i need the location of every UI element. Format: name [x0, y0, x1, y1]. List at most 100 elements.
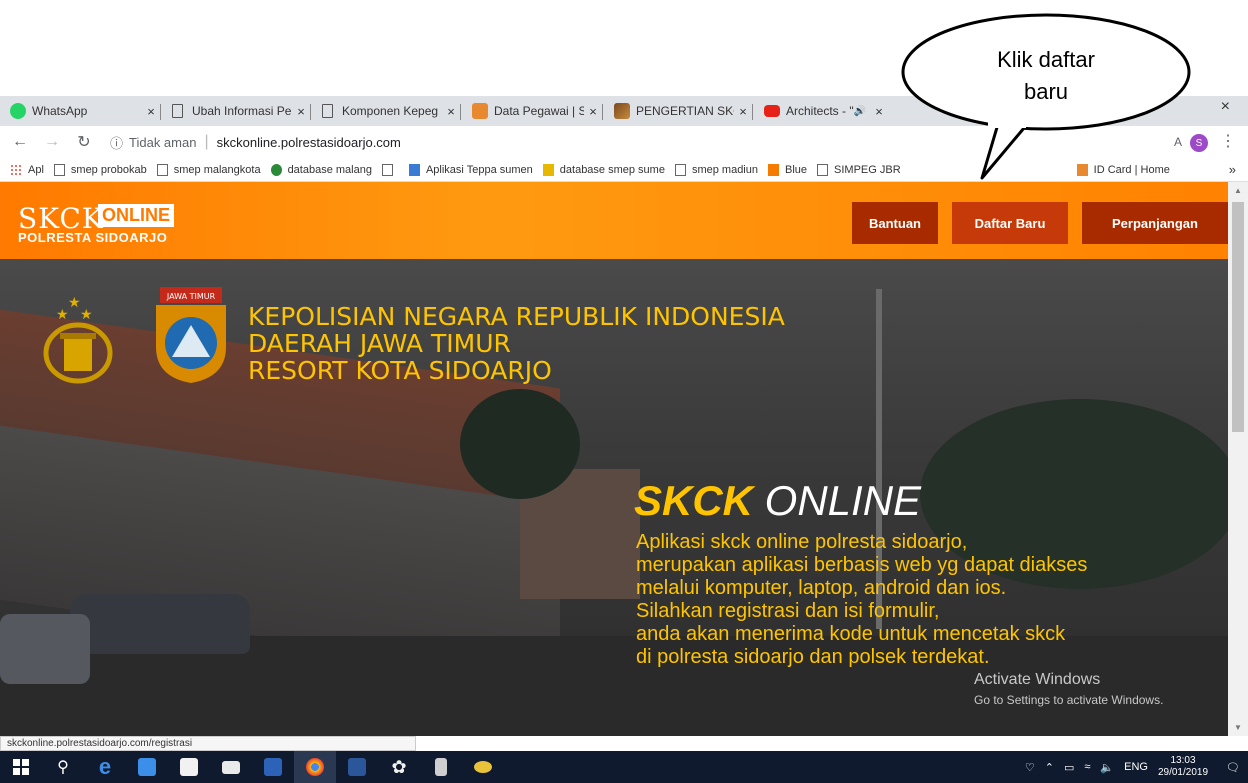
tab-title: Data Pegawai | SK — [494, 104, 584, 118]
tab-title: PENGERTIAN SKCI — [636, 104, 734, 118]
bookmark-item[interactable]: smep malangkota — [156, 163, 261, 176]
image-favicon — [614, 103, 630, 119]
profile-avatar[interactable]: S — [1190, 134, 1208, 152]
bookmark-item[interactable]: smep madiun — [674, 163, 758, 176]
tab-title: Architects - "H — [786, 104, 854, 118]
watermark-subtitle: Go to Settings to activate Windows. — [974, 693, 1164, 707]
youtube-icon — [764, 105, 780, 117]
reload-icon[interactable]: ↻ — [72, 132, 96, 152]
close-icon[interactable]: × — [142, 104, 160, 119]
notification-icon[interactable]: 🗨 — [1226, 761, 1240, 774]
bookmark-item[interactable]: SIMPEG JBR — [817, 163, 901, 176]
tab-divider — [310, 104, 311, 120]
bookmark-item[interactable]: Blue — [768, 163, 807, 176]
address-divider: | — [204, 133, 209, 150]
close-icon[interactable]: × — [870, 104, 888, 119]
chevron-up-icon[interactable]: ⌃ — [1045, 761, 1054, 774]
tab-whatsapp[interactable]: WhatsApp × — [0, 98, 160, 124]
bookmark-item[interactable]: database smep sume — [542, 163, 665, 176]
tab-title: WhatsApp — [32, 104, 88, 118]
back-arrow-icon[interactable]: ← — [8, 133, 32, 151]
menu-icon[interactable]: ⋮ — [1220, 131, 1236, 151]
document-icon — [381, 163, 393, 176]
hero-title: KEPOLISIAN NEGARA REPUBLIK INDONESIA DAE… — [248, 303, 785, 384]
bookmarks-more-icon[interactable]: » — [1229, 162, 1236, 177]
url-field[interactable]: skckonline.polrestasidoarjo.com — [217, 135, 401, 150]
tab-divider — [460, 104, 461, 120]
bookmark-item[interactable]: smep probokab — [53, 163, 147, 176]
store-icon[interactable] — [168, 751, 210, 783]
tab-divider — [160, 104, 161, 120]
police-emblem-icon: ★ ★ ★ — [43, 295, 113, 384]
whatsapp-icon — [10, 103, 26, 119]
green-favicon — [270, 163, 282, 176]
hero-title-line: KEPOLISIAN NEGARA REPUBLIK INDONESIA — [248, 302, 785, 331]
scroll-up-icon[interactable]: ▲ — [1234, 186, 1242, 195]
logo-subtitle: POLRESTA SIDOARJO — [18, 230, 168, 245]
chrome-icon[interactable] — [294, 751, 336, 783]
tab-komponen[interactable]: Komponen Kepeg × — [312, 98, 460, 124]
hero-banner: ★ ★ ★ JAWA TIMUR KEPOLISIAN NEGARA REPUB… — [0, 259, 1228, 736]
tab-pengertian[interactable]: PENGERTIAN SKCI × — [604, 98, 752, 124]
close-icon[interactable]: × — [442, 104, 460, 119]
hero-title-line: DAERAH JAWA TIMUR — [248, 329, 511, 358]
audio-icon: 🔊 — [853, 105, 866, 117]
web-page: SKCK ONLINE POLRESTA SIDOARJO Bantuan Da… — [0, 182, 1228, 736]
wifi-icon[interactable]: ≈ — [1084, 761, 1090, 773]
app-icon[interactable] — [252, 751, 294, 783]
site-logo[interactable]: SKCK ONLINE POLRESTA SIDOARJO — [18, 202, 198, 248]
daftar-baru-button[interactable]: Daftar Baru — [952, 202, 1068, 244]
pma-icon — [542, 163, 554, 176]
edge-icon[interactable]: e — [84, 751, 126, 783]
search-icon[interactable]: ⚲ — [42, 751, 84, 783]
info-icon[interactable]: ⓘ — [110, 133, 123, 152]
battery-icon[interactable]: ▭ — [1064, 761, 1074, 774]
bookmark-item[interactable]: database malang — [270, 163, 372, 176]
document-icon — [53, 163, 65, 176]
bookmark-item[interactable] — [381, 163, 399, 176]
close-icon[interactable]: × — [734, 104, 752, 119]
close-icon[interactable]: × — [584, 104, 602, 119]
svg-text:★: ★ — [56, 307, 69, 323]
description-line: di polresta sidoarjo dan polsek terdekat… — [636, 646, 990, 668]
scroll-down-icon[interactable]: ▼ — [1234, 723, 1242, 732]
svg-text:★: ★ — [68, 295, 81, 311]
emblem-banner-label: JAWA TIMUR — [166, 292, 216, 301]
description-line: anda akan menerima kode untuk mencetak s… — [636, 623, 1066, 645]
clock[interactable]: 13:03 29/01/2019 — [1158, 755, 1208, 779]
app-icon[interactable] — [462, 751, 504, 783]
app-icon[interactable] — [420, 751, 462, 783]
document-icon — [322, 104, 333, 118]
bookmark-item[interactable]: Aplikasi Teppa sumen — [408, 163, 533, 176]
scroll-thumb[interactable] — [1232, 202, 1244, 432]
page-scrollbar[interactable]: ▲ ▼ — [1228, 182, 1248, 736]
tab-architects[interactable]: Architects - "H 🔊 × — [754, 98, 888, 124]
volume-icon[interactable]: 🔈 — [1100, 761, 1114, 774]
tab-ubah-informasi[interactable]: Ubah Informasi Pe × — [162, 98, 310, 124]
hero-title-line: RESORT KOTA SIDOARJO — [248, 356, 552, 385]
tab-data-pegawai[interactable]: Data Pegawai | SK × — [462, 98, 602, 124]
forward-arrow-icon[interactable]: → — [40, 133, 64, 151]
close-icon[interactable]: × — [292, 104, 310, 119]
start-button[interactable] — [0, 751, 42, 783]
hero-description: Aplikasi skck online polresta sidoarjo, … — [636, 531, 1087, 669]
mail-icon[interactable] — [210, 751, 252, 783]
window-close-button[interactable]: × — [1221, 98, 1230, 116]
description-line: Silahkan registrasi dan isi formulir, — [636, 600, 940, 622]
windows-logo-icon — [13, 759, 29, 775]
bookmark-apps[interactable]: Apl — [10, 163, 44, 176]
language-indicator[interactable]: ENG — [1124, 761, 1148, 773]
people-icon[interactable]: ♡ — [1025, 761, 1035, 774]
word-icon[interactable] — [336, 751, 378, 783]
task-view-icon[interactable] — [126, 751, 168, 783]
perpanjangan-button[interactable]: Perpanjangan — [1082, 202, 1228, 244]
description-line: melalui komputer, laptop, android dan io… — [636, 577, 1007, 599]
status-url-bubble: skckonline.polrestasidoarjo.com/registra… — [0, 736, 416, 751]
paint-icon[interactable]: ✿ — [378, 751, 420, 783]
document-icon — [674, 163, 686, 176]
watermark-title: Activate Windows — [974, 671, 1101, 688]
bookmark-label: Apl — [28, 163, 44, 176]
svg-text:★: ★ — [80, 307, 93, 323]
document-icon — [172, 104, 183, 118]
bantuan-button[interactable]: Bantuan — [852, 202, 938, 244]
